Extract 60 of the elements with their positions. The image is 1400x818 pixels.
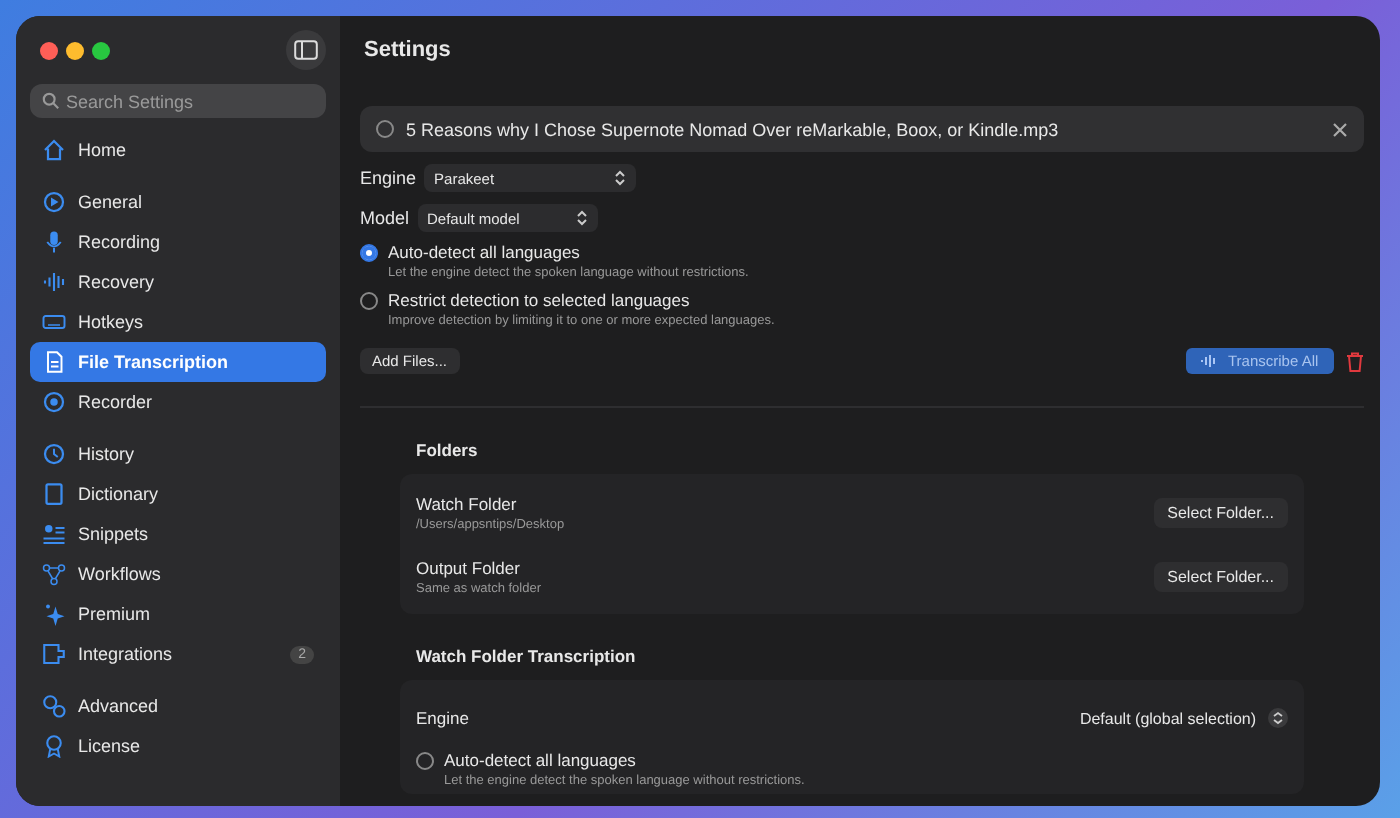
radio-button[interactable] (360, 292, 378, 310)
keyboard-icon (42, 310, 66, 334)
sidebar-item[interactable]: Advanced (30, 686, 326, 726)
list-icon (42, 522, 66, 546)
zoom-button[interactable] (92, 41, 110, 59)
chevron-icon (575, 210, 588, 226)
section-title: Watch Folder Transcription (414, 644, 638, 670)
sidebar-item[interactable]: General (30, 182, 326, 222)
sidebar-item[interactable]: File Transcription (30, 342, 326, 382)
sidebar-item[interactable]: Recording (30, 222, 326, 262)
option-label: Auto-detect all languages (444, 750, 638, 770)
select-folder-button[interactable]: Select Folder... (1153, 561, 1288, 591)
search-icon (42, 92, 60, 110)
trash-icon[interactable] (1346, 351, 1364, 371)
radio-button[interactable] (416, 752, 434, 770)
sidebar-item[interactable]: Home (30, 130, 326, 170)
minimize-button[interactable] (66, 41, 84, 59)
window-title: Settings (362, 36, 453, 66)
sidebar-icon (294, 40, 318, 60)
option-label: Auto-detect all languages (388, 242, 582, 262)
close-icon[interactable] (1332, 121, 1348, 137)
sidebar-item[interactable]: License (30, 726, 326, 766)
option-label: Restrict detection to selected languages (388, 290, 692, 310)
clock-icon (42, 442, 66, 466)
file-name: 5 Reasons why I Chose Supernote Nomad Over reMarkable, Boox, or Kindle.mp3 (406, 119, 1061, 139)
book-icon (42, 482, 66, 506)
badge-icon (42, 734, 66, 758)
row-label: Engine (416, 708, 469, 728)
sidebar-item[interactable]: Workflows (30, 554, 326, 594)
section-title: Folders (414, 438, 480, 464)
waveform-icon (42, 270, 66, 294)
row-label: Output Folder (416, 557, 522, 577)
close-button[interactable] (40, 41, 58, 59)
record-icon (42, 390, 66, 414)
field-label: Model (360, 208, 410, 228)
search-field[interactable]: Search Settings (30, 84, 326, 118)
row-label: Watch Folder (416, 493, 519, 513)
sparkle-icon (42, 602, 66, 626)
puzzle-icon (42, 642, 66, 666)
document-icon (42, 350, 66, 374)
nodes-icon (42, 562, 66, 586)
sidebar-item[interactable]: Recorder (30, 382, 326, 422)
sidebar-item[interactable]: Premium (30, 594, 326, 634)
field-label: Engine (360, 168, 417, 188)
microphone-icon (42, 230, 66, 254)
sidebar-item[interactable]: History (30, 434, 326, 474)
gears-icon (42, 694, 66, 718)
engine-dropdown[interactable]: Default (global selection) (1079, 708, 1288, 728)
sidebar-item[interactable]: Hotkeys (30, 302, 326, 342)
select-folder-button[interactable]: Select Folder... (1153, 497, 1288, 527)
house-icon (42, 138, 66, 162)
chevron-icon (1268, 708, 1288, 728)
radio-button[interactable] (360, 244, 378, 262)
sidebar-item[interactable]: Dictionary (30, 474, 326, 514)
waveform-icon (1200, 354, 1218, 368)
sidebar-item[interactable]: Snippets (30, 514, 326, 554)
sidebar-item[interactable]: Recovery (30, 262, 326, 302)
sidebar-toggle-button[interactable] (286, 30, 326, 70)
chevron-icon (614, 170, 627, 186)
radio-button[interactable] (376, 120, 394, 138)
